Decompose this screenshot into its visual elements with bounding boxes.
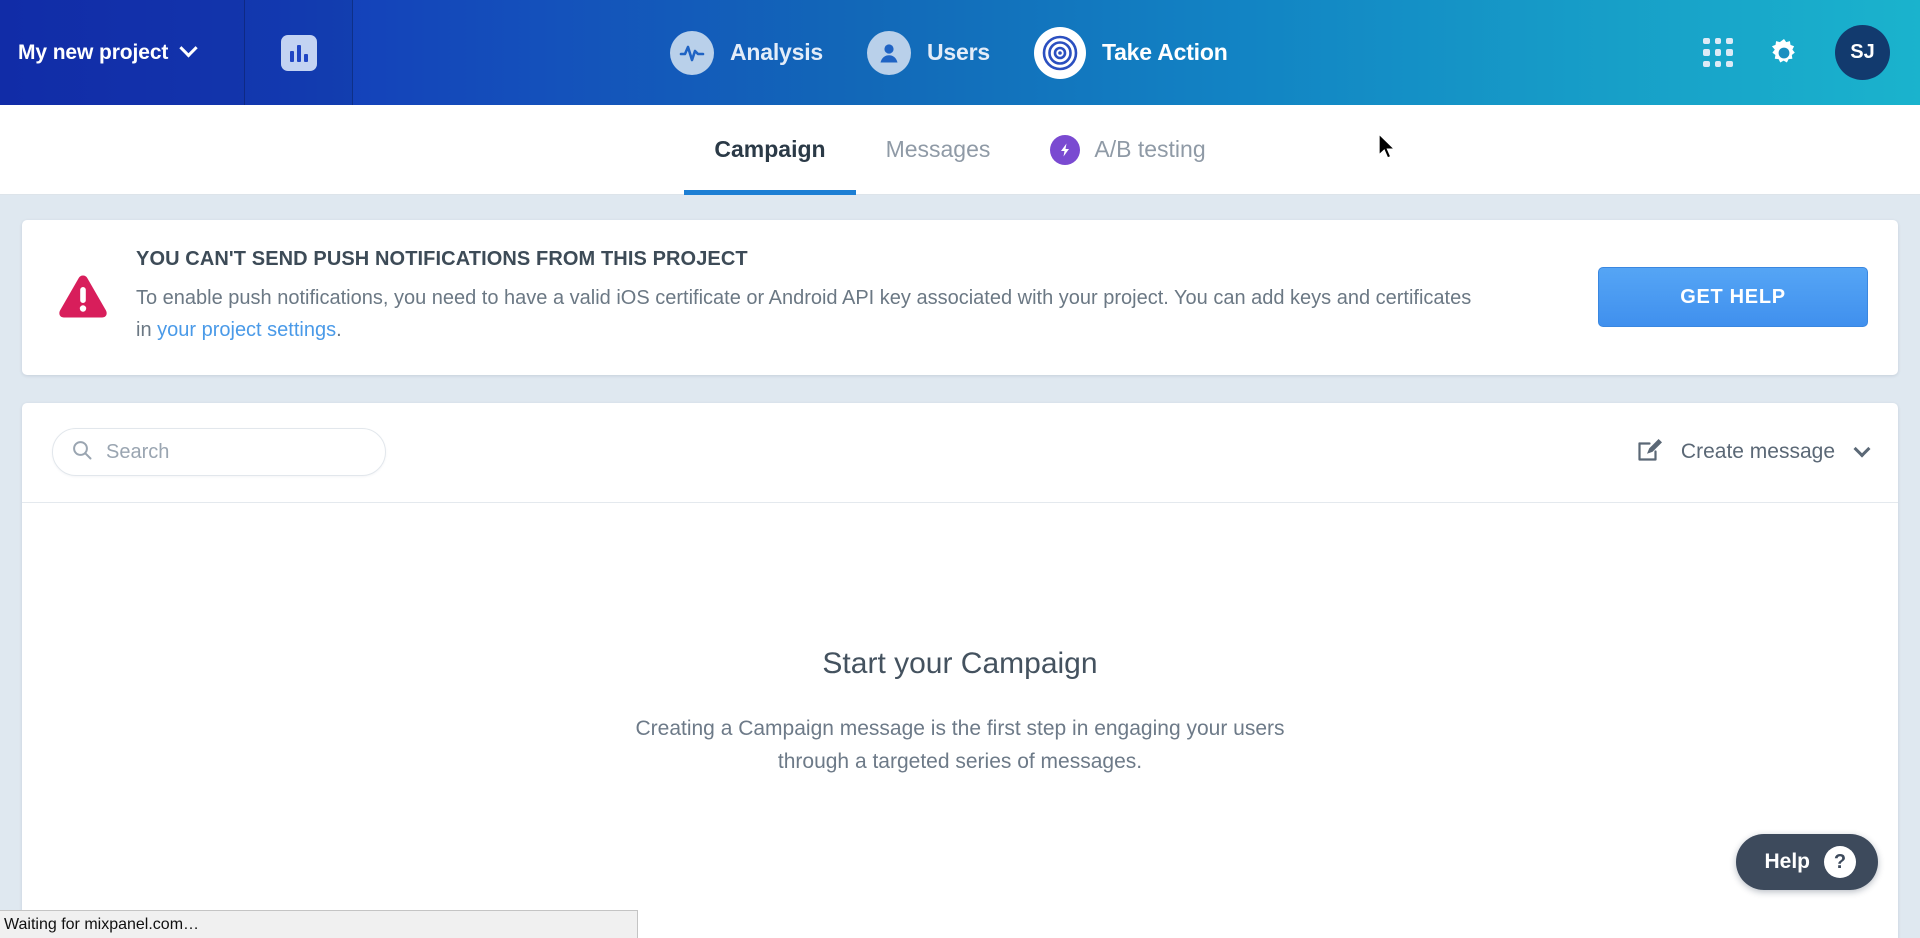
pulse-circle-icon [670,30,714,75]
push-notification-alert: YOU CAN'T SEND PUSH NOTIFICATIONS FROM T… [22,220,1898,375]
tab-bar: Campaign Messages A/B testing [0,105,1920,195]
tab-ab-testing[interactable]: A/B testing [1020,105,1235,195]
chevron-down-icon [179,39,198,58]
question-mark-icon: ? [1824,846,1856,878]
create-message-label: Create message [1680,440,1835,464]
search-icon [71,439,93,466]
warning-triangle-icon [52,273,114,321]
nav-item-analysis-label: Analysis [730,39,824,65]
project-selector[interactable]: My new project [0,0,245,105]
empty-state-line-1: Creating a Campaign message is the first… [635,717,1285,741]
alert-title: YOU CAN'T SEND PUSH NOTIFICATIONS FROM T… [136,248,748,270]
avatar-initials: SJ [1850,41,1875,63]
nav-right-actions: SJ [1703,0,1890,105]
tab-campaign[interactable]: Campaign [684,105,856,195]
browser-status-bar: Waiting for mixpanel.com… [0,910,638,938]
get-help-button[interactable]: GET HELP [1598,267,1868,328]
get-help-button-label: GET HELP [1680,285,1786,308]
page-content: YOU CAN'T SEND PUSH NOTIFICATIONS FROM T… [0,195,1920,938]
help-widget-label: Help [1764,850,1810,873]
empty-state-line-2: through a targeted series of messages. [777,749,1143,773]
tab-ab-testing-label: A/B testing [1094,136,1206,162]
analytics-button[interactable] [245,0,353,105]
search-box[interactable] [52,428,386,477]
avatar[interactable]: SJ [1835,25,1890,80]
person-circle-icon [867,30,912,75]
nav-item-users[interactable]: Users [867,30,990,75]
top-navigation-bar: My new project Analysis Users Take Actio… [0,0,1920,105]
target-circle-icon [1033,26,1086,79]
tab-messages[interactable]: Messages [856,105,1021,195]
list-toolbar: Create message [22,403,1898,503]
tab-campaign-label: Campaign [714,136,826,162]
nav-item-users-label: Users [927,39,990,65]
alert-body: YOU CAN'T SEND PUSH NOTIFICATIONS FROM T… [114,248,1598,347]
lightning-bolt-icon [1050,134,1081,165]
nav-item-take-action-label: Take Action [1101,39,1228,65]
alert-description: To enable push notifications, you need t… [136,282,1476,347]
project-name-label: My new project [18,40,169,64]
create-message-button[interactable]: Create message [1636,435,1871,469]
empty-state: Start your Campaign Creating a Campaign … [22,503,1898,938]
status-bar-text: Waiting for mixpanel.com… [4,915,200,933]
grid-apps-icon[interactable] [1703,37,1733,68]
alert-text-after: . [336,319,342,342]
gear-icon[interactable] [1767,36,1801,70]
search-input[interactable] [106,440,367,464]
empty-state-heading: Start your Campaign [822,647,1098,681]
project-settings-link[interactable]: your project settings [157,319,336,341]
help-widget-button[interactable]: Help ? [1736,834,1878,890]
tab-messages-label: Messages [885,136,991,162]
campaign-list-card: Create message Start your Campaign Creat… [22,402,1898,938]
compose-pencil-icon [1636,435,1664,469]
bar-chart-icon [280,34,317,71]
nav-item-take-action[interactable]: Take Action [1033,26,1228,79]
nav-item-analysis[interactable]: Analysis [670,30,824,75]
chevron-down-icon [1853,440,1871,458]
primary-nav: Analysis Users Take Action [670,0,1228,105]
